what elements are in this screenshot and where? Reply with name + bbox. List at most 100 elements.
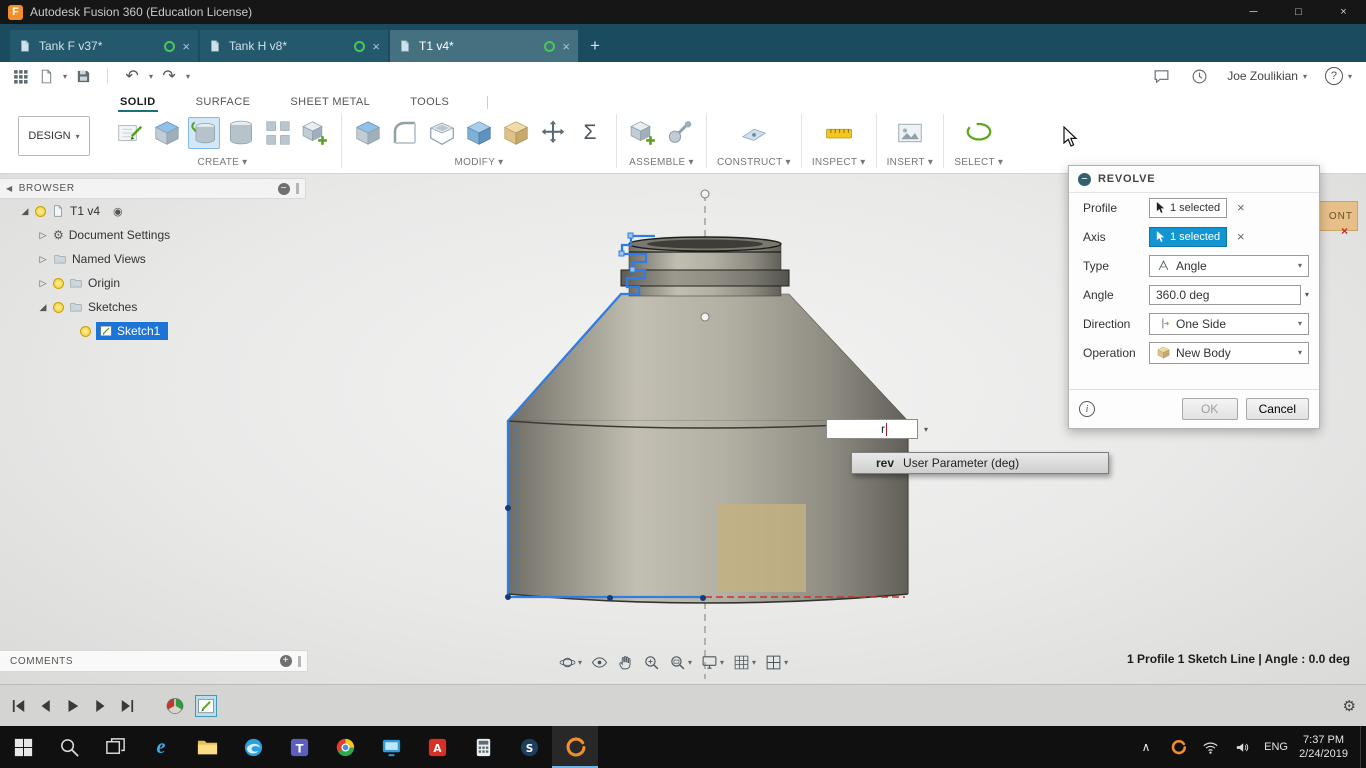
clear-profile-selection-icon[interactable]: × (1237, 200, 1245, 215)
close-tab-icon[interactable]: × (562, 39, 570, 54)
go-to-end-button[interactable] (118, 697, 136, 715)
fit-button[interactable]: ▾ (666, 654, 695, 671)
viewcube-close-icon[interactable]: × (1341, 224, 1348, 238)
create-sketch-icon[interactable] (114, 117, 146, 149)
collapse-dialog-icon[interactable]: − (1078, 172, 1091, 186)
extrude-icon[interactable] (151, 117, 183, 149)
data-panel-icon[interactable] (10, 66, 30, 86)
expand-triangle-icon[interactable]: ◢ (20, 206, 30, 217)
construction-plane-icon[interactable] (738, 117, 770, 149)
start-button[interactable] (0, 726, 46, 768)
browser-item-named-views[interactable]: ▷ Named Views (0, 247, 306, 271)
user-account-menu[interactable]: Joe Zoulikian ▾ (1227, 69, 1307, 83)
chevron-down-icon[interactable]: ▾ (149, 72, 153, 81)
doc-tab-tank-f[interactable]: Tank F v37* × (10, 30, 198, 62)
insert-canvas-icon[interactable] (894, 117, 926, 149)
snagit-icon[interactable]: S (506, 726, 552, 768)
minimize-button[interactable]: ─ (1231, 0, 1276, 24)
cancel-button[interactable]: Cancel (1245, 398, 1309, 420)
shell-icon[interactable] (426, 117, 458, 149)
create-dropdown[interactable]: CREATE ▾ (198, 154, 248, 170)
doc-tab-tank-h[interactable]: Tank H v8* × (200, 30, 388, 62)
sketch-feature-icon[interactable] (195, 694, 217, 717)
inspect-dropdown[interactable]: INSPECT ▾ (812, 154, 866, 170)
change-parameters-icon[interactable]: Σ (574, 117, 606, 149)
close-tab-icon[interactable]: × (372, 39, 380, 54)
search-button[interactable] (46, 726, 92, 768)
expand-triangle-icon[interactable]: ▷ (38, 254, 48, 265)
step-forward-button[interactable] (91, 697, 109, 715)
step-back-button[interactable] (37, 697, 55, 715)
insert-dropdown[interactable]: INSERT ▾ (887, 154, 934, 170)
edit-in-place-icon[interactable]: ◉ (113, 205, 123, 218)
look-at-button[interactable] (588, 654, 611, 671)
parameter-suggestion-item[interactable]: rev User Parameter (deg) (851, 452, 1109, 474)
save-button[interactable] (73, 66, 93, 86)
undo-button[interactable]: ↶ (122, 66, 142, 86)
go-to-start-button[interactable] (10, 697, 28, 715)
help-menu[interactable]: ? ▾ (1324, 67, 1352, 85)
sketch-handle[interactable] (629, 266, 636, 273)
axis-midpoint[interactable] (700, 312, 710, 322)
fillet-icon[interactable] (389, 117, 421, 149)
expression-dropdown-icon[interactable]: ▾ (918, 419, 934, 439)
browser-item-document-settings[interactable]: ▷ ⚙ Document Settings (0, 223, 306, 247)
show-desktop-button[interactable] (1360, 726, 1366, 768)
collapse-panel-icon[interactable]: ◀ (6, 184, 13, 193)
modify-dropdown[interactable]: MODIFY ▾ (454, 154, 503, 170)
type-dropdown[interactable]: Angle ▾ (1149, 254, 1309, 277)
viewports-button[interactable]: ▾ (762, 654, 791, 671)
grid-settings-button[interactable]: ▾ (730, 654, 759, 671)
joint-icon[interactable] (664, 117, 696, 149)
remote-desktop-icon[interactable] (368, 726, 414, 768)
browser-root-row[interactable]: ◢ T1 v4 ◉ (0, 199, 306, 223)
panel-drag-handle[interactable] (296, 183, 299, 194)
revolve-icon[interactable] (188, 117, 220, 149)
file-menu-icon[interactable] (36, 66, 56, 86)
close-tab-icon[interactable]: × (182, 39, 190, 54)
selected-sketch-chip[interactable]: Sketch1 (96, 322, 169, 340)
move-copy-icon[interactable] (537, 117, 569, 149)
close-button[interactable]: × (1321, 0, 1366, 24)
browser-item-sketches[interactable]: ◢ Sketches (0, 295, 306, 319)
select-tool-icon[interactable] (963, 117, 995, 149)
comments-panel[interactable]: COMMENTS + (0, 650, 308, 672)
sketch-point[interactable] (700, 595, 706, 601)
add-comment-icon[interactable]: + (280, 655, 292, 667)
primitive-icon[interactable] (299, 117, 331, 149)
browser-item-origin[interactable]: ▷ Origin (0, 271, 306, 295)
direction-dropdown[interactable]: One Side ▾ (1149, 312, 1309, 335)
timeline-settings-gear-icon[interactable]: ⚙ (1343, 697, 1356, 715)
clear-axis-selection-icon[interactable]: × (1237, 229, 1245, 244)
tab-tools[interactable]: TOOLS (408, 93, 451, 112)
chevron-down-icon[interactable]: ▾ (186, 72, 190, 81)
orbit-button[interactable]: ▾ (556, 654, 585, 671)
timeline-position-marker-icon[interactable] (164, 695, 186, 717)
chrome-icon[interactable] (322, 726, 368, 768)
assemble-dropdown[interactable]: ASSEMBLE ▾ (629, 154, 694, 170)
comment-icon[interactable] (1151, 66, 1171, 86)
visibility-bulb-icon[interactable] (53, 301, 64, 313)
expand-triangle-icon[interactable]: ▷ (38, 230, 48, 241)
expand-triangle-icon[interactable]: ◢ (38, 302, 48, 313)
volume-icon[interactable] (1227, 726, 1257, 768)
edge-icon[interactable] (230, 726, 276, 768)
tab-sheet-metal[interactable]: SHEET METAL (288, 93, 372, 112)
version-history-icon[interactable] (1189, 66, 1209, 86)
hidden-icons-chevron[interactable]: ∧ (1131, 726, 1161, 768)
angle-value-input[interactable]: 360.0 deg (1149, 284, 1301, 305)
select-dropdown[interactable]: SELECT ▾ (954, 154, 1003, 170)
new-tab-button[interactable]: + (580, 30, 610, 62)
language-indicator[interactable]: ENG (1259, 741, 1293, 753)
info-icon[interactable]: i (1079, 401, 1095, 417)
zoom-button[interactable] (640, 654, 663, 671)
acrobat-icon[interactable]: A (414, 726, 460, 768)
visibility-bulb-icon[interactable] (35, 205, 46, 217)
pattern-icon[interactable] (262, 117, 294, 149)
tank-cone[interactable] (507, 293, 909, 422)
chevron-down-icon[interactable]: ▾ (63, 72, 67, 81)
fusion-tray-icon[interactable] (1163, 726, 1193, 768)
fusion-360-taskbar-icon[interactable] (552, 726, 598, 768)
tab-surface[interactable]: SURFACE (194, 93, 253, 112)
ok-button[interactable]: OK (1181, 398, 1238, 420)
